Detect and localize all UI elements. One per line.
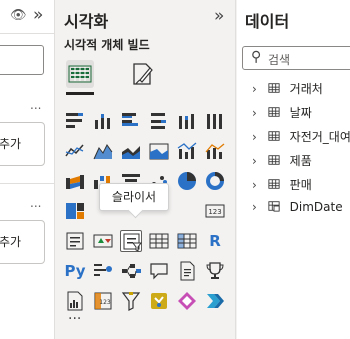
card-icon[interactable]: 123	[204, 200, 226, 222]
table-icon[interactable]	[148, 230, 170, 252]
chevron-right-icon[interactable]: ›	[252, 106, 264, 120]
search-icon: ⚲	[251, 49, 262, 65]
eye-icon[interactable]: 👁	[10, 8, 27, 23]
decomposition-tree-icon[interactable]	[120, 260, 142, 282]
stacked-area-chart-icon[interactable]	[120, 140, 142, 162]
table-item-dimdate[interactable]: › DimDate	[252, 200, 343, 220]
donut-chart-icon[interactable]	[204, 170, 226, 192]
add-field-label: 추가	[0, 235, 22, 249]
clustered-column-chart-icon[interactable]	[148, 110, 170, 132]
table-icon	[268, 154, 282, 169]
line-clustered-column-icon[interactable]	[176, 140, 198, 162]
pane-title: 시각화	[64, 12, 109, 31]
pane-title: 데이터	[245, 12, 290, 31]
kpi-icon[interactable]	[92, 230, 114, 252]
chevron-right-icon[interactable]: ›	[252, 200, 264, 214]
chevron-flow-icon[interactable]	[204, 290, 226, 312]
clustered-bar-chart-icon[interactable]	[120, 110, 142, 132]
card-icon-text: 123	[208, 208, 221, 216]
power-automate-icon[interactable]	[148, 290, 170, 312]
multi-row-card-icon[interactable]	[64, 230, 86, 252]
table-name: 자전거_대여	[289, 130, 350, 144]
python-visual-icon[interactable]: Py	[64, 260, 86, 282]
power-apps-icon[interactable]	[176, 290, 198, 312]
table-icon	[268, 130, 282, 145]
matrix-icon[interactable]	[176, 230, 198, 252]
more-options-icon[interactable]: ...	[30, 196, 41, 210]
line-stacked-column-icon[interactable]	[204, 140, 226, 162]
table-name: 거래처	[289, 82, 323, 96]
table-icon	[268, 82, 282, 97]
r-script-visual-icon[interactable]: R	[204, 230, 226, 252]
table-item-bike-rental[interactable]: › 자전거_대여	[252, 128, 350, 148]
divider	[0, 183, 54, 184]
visualizations-pane: 시각화 » 시각적 개체 빌드 123 R Py 123 슬라이서 ...	[56, 0, 236, 339]
table-name: 날짜	[289, 106, 312, 120]
power-apps-kpi-icon[interactable]: 123	[92, 290, 114, 312]
table-item-product[interactable]: › 제품	[252, 152, 312, 172]
ribbon-chart-icon[interactable]	[64, 170, 86, 192]
arcgis-map-icon[interactable]	[120, 290, 142, 312]
add-field-card[interactable]: 추가	[0, 122, 45, 166]
active-tab-indicator	[66, 92, 94, 95]
date-table-icon	[268, 200, 282, 215]
slicer-tooltip: 슬라이서	[99, 183, 169, 211]
treemap-icon[interactable]	[64, 200, 86, 222]
stacked-column-chart-icon[interactable]	[92, 110, 114, 132]
filters-pane: 👁 » ... 추가 ... 추가	[0, 0, 55, 339]
goals-trophy-icon[interactable]	[204, 260, 226, 282]
build-visual-tab-icon[interactable]	[66, 60, 94, 88]
key-influencers-icon[interactable]	[92, 260, 114, 282]
table-icon	[268, 178, 282, 193]
pie-chart-icon[interactable]	[176, 170, 198, 192]
table-item-customers[interactable]: › 거래처	[252, 80, 323, 100]
data-pane: 데이터 ⚲ 검색 › 거래처 › 날짜 › 자전거_대여 › 제품 › 판매 ›…	[237, 0, 350, 339]
more-visuals-icon[interactable]: ...	[68, 307, 81, 323]
metric-icon-text: 123	[99, 299, 111, 306]
chevron-right-icon[interactable]: ›	[252, 178, 264, 192]
column-chart-icon[interactable]	[176, 110, 198, 132]
filter-search-input[interactable]	[0, 45, 44, 75]
chevron-right-icon[interactable]: ›	[252, 130, 264, 144]
table-name: DimDate	[289, 200, 343, 214]
100-percent-column-icon[interactable]	[204, 110, 226, 132]
smart-narrative-icon[interactable]	[176, 260, 198, 282]
line-chart-icon[interactable]	[64, 140, 86, 162]
table-item-date[interactable]: › 날짜	[252, 104, 312, 124]
100-stacked-area-icon[interactable]	[148, 140, 170, 162]
slicer-icon[interactable]	[120, 230, 142, 252]
search-input[interactable]: ⚲ 검색	[242, 46, 350, 70]
chevron-right-icon[interactable]: ›	[252, 82, 264, 96]
table-icon	[268, 106, 282, 121]
expand-pane-icon[interactable]: »	[33, 5, 43, 25]
build-visual-heading: 시각적 개체 빌드	[64, 38, 150, 52]
table-item-sales[interactable]: › 판매	[252, 176, 312, 196]
table-name: 판매	[289, 178, 312, 192]
area-chart-icon[interactable]	[92, 140, 114, 162]
add-field-label: 추가	[0, 137, 22, 151]
chevron-right-icon[interactable]: ›	[252, 154, 264, 168]
qa-visual-icon[interactable]	[148, 260, 170, 282]
table-name: 제품	[289, 154, 312, 168]
more-options-icon[interactable]: ...	[30, 98, 41, 112]
divider	[0, 33, 54, 34]
collapse-pane-icon[interactable]: »	[214, 6, 224, 26]
add-field-card[interactable]: 추가	[0, 220, 45, 264]
stacked-bar-chart-icon[interactable]	[64, 110, 86, 132]
left-pane-header: 👁 »	[0, 5, 54, 28]
search-placeholder: 검색	[268, 53, 291, 67]
format-visual-tab-icon[interactable]	[128, 60, 156, 88]
